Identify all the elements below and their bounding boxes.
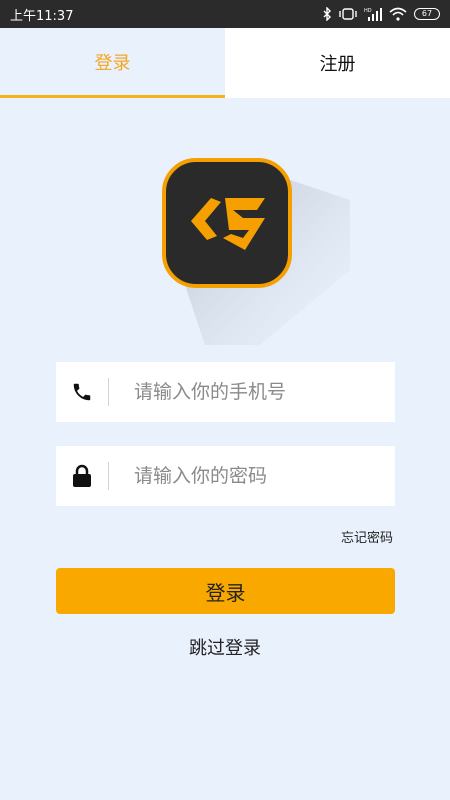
status-bar: 上午11:37 HD 67 (0, 0, 450, 28)
phone-icon (56, 362, 108, 422)
battery-icon: 67 (414, 8, 440, 20)
signal-icon: HD (364, 8, 382, 21)
password-field (56, 446, 395, 506)
password-input[interactable] (134, 465, 384, 487)
forgot-password-link[interactable]: 忘记密码 (341, 527, 393, 546)
login-button[interactable]: 登录 (56, 568, 395, 614)
vibrate-icon (339, 8, 357, 20)
tab-login[interactable]: 登录 (0, 28, 225, 98)
tab-register[interactable]: 注册 (225, 28, 450, 98)
phone-field (56, 362, 395, 422)
svg-text:HD: HD (364, 8, 372, 14)
status-icons: HD 67 (322, 7, 440, 21)
lock-icon (56, 446, 108, 506)
app-logo-icon (162, 158, 292, 288)
skip-login-link[interactable]: 跳过登录 (0, 634, 450, 660)
phone-input[interactable] (134, 381, 384, 403)
field-divider (108, 462, 109, 490)
status-time: 上午11:37 (10, 8, 74, 24)
app-logo (150, 150, 360, 350)
bluetooth-icon (323, 7, 331, 21)
wifi-icon (389, 7, 407, 21)
auth-tabs: 登录 注册 (0, 28, 450, 98)
field-divider (108, 378, 109, 406)
